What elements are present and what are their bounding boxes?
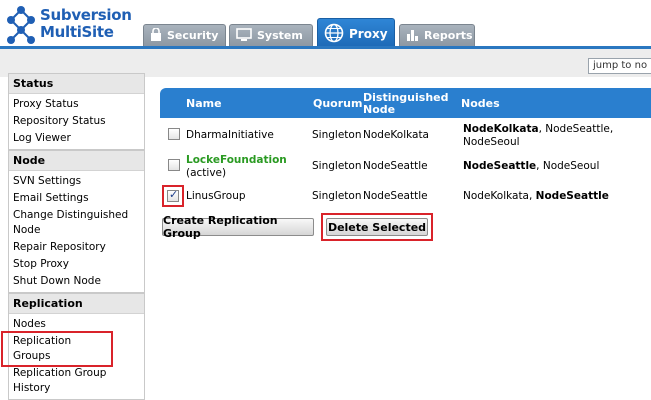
tab-label: Proxy [349,27,388,41]
sidebar-item-nodes[interactable]: Nodes [9,316,144,333]
monitor-icon [236,27,252,44]
group-status-label: (active) [186,167,227,179]
row-checkbox[interactable] [168,128,180,140]
group-quorum: Singleton [312,190,362,202]
globe-icon [324,23,344,46]
group-nodes: NodeSeattle, NodeSeoul [463,160,599,173]
delete-selected-button[interactable]: Delete Selected [326,218,428,236]
sidebar-replication-title: Replication [9,294,144,314]
sidebar-item-log-viewer[interactable]: Log Viewer [9,130,144,147]
tab-label: System [257,29,303,42]
create-replication-group-button[interactable]: Create Replication Group [162,214,314,240]
sidebar-item-stop-proxy[interactable]: Stop Proxy [9,256,144,273]
group-nodes: NodeKolkata, NodeSeattle, NodeSeoul [463,123,643,149]
group-nodes-distinguished: NodeSeattle [535,190,609,202]
group-distinguished-node: NodeKolkata [363,129,429,141]
group-nodes-pre: NodeKolkata, [463,190,536,202]
sidebar-status-title: Status [9,74,144,94]
sidebar-item-change-distinguished-node[interactable]: Change Distinguished Node [9,207,144,239]
brand-line2: MultiSite [40,23,114,41]
col-header-distinguished-node: Distinguished Node [363,91,449,116]
group-quorum: Singleton [312,160,362,172]
group-quorum: Singleton [312,129,362,141]
sidebar-replication-section: Replication Nodes Replication Groups Rep… [1,293,145,400]
tab-security[interactable]: Security [143,24,226,46]
sidebar-item-repository-status[interactable]: Repository Status [9,113,144,130]
group-nodes-distinguished: NodeSeattle [463,160,537,172]
sidebar-item-repair-repository[interactable]: Repair Repository [9,239,144,256]
row-checkbox[interactable] [167,188,179,202]
group-name: LinusGroup [186,190,246,202]
jump-to-node-input[interactable]: jump to no [588,58,651,74]
row-checkbox[interactable] [168,159,180,171]
sidebar-item-replication-groups[interactable]: Replication Groups [1,331,113,367]
sidebar-node-section: Node SVN Settings Email Settings Change … [8,150,145,293]
brand-name: Subversion MultiSite [40,7,132,41]
tab-label: Reports [424,29,473,42]
tab-reports[interactable]: Reports [399,24,475,46]
group-nodes-distinguished: NodeKolkata [463,123,539,135]
sidebar-status-section: Status Proxy Status Repository Status Lo… [8,73,145,150]
table-row: LinusGroup Singleton NodeSeattle NodeKol… [160,185,651,209]
bar-chart-icon [406,28,419,44]
sidebar-item-svn-settings[interactable]: SVN Settings [9,173,144,190]
tab-label: Security [167,29,219,42]
sidebar-item-shut-down-node[interactable]: Shut Down Node [9,273,144,290]
col-header-nodes: Nodes [461,97,500,110]
group-distinguished-node: NodeSeattle [363,160,428,172]
group-name: LockeFoundation (active) [186,154,287,180]
table-row: LockeFoundation (active) Singleton NodeS… [160,154,651,184]
group-name-active[interactable]: LockeFoundation [186,154,287,167]
logo-mark-icon [7,6,35,44]
replication-groups-panel: Name Quorum Distinguished Node Nodes Dha… [152,82,651,370]
group-distinguished-node: NodeSeattle [363,190,428,202]
table-row: DharmaInitiative Singleton NodeKolkata N… [160,122,651,152]
group-nodes-rest: , NodeSeoul [536,160,600,172]
sidebar-item-email-settings[interactable]: Email Settings [9,190,144,207]
col-header-name: Name [186,97,222,110]
sidebar-item-proxy-status[interactable]: Proxy Status [9,96,144,113]
app-logo: Subversion MultiSite [6,5,136,49]
tab-proxy[interactable]: Proxy [317,18,395,49]
col-header-quorum: Quorum [313,97,363,110]
sidebar-node-title: Node [9,151,144,171]
lock-icon [150,26,162,44]
group-nodes: NodeKolkata, NodeSeattle [463,190,609,203]
table-header: Name Quorum Distinguished Node Nodes [160,88,651,118]
brand-line1: Subversion [40,6,132,24]
tab-system[interactable]: System [229,24,313,46]
group-name: DharmaInitiative [186,129,274,141]
